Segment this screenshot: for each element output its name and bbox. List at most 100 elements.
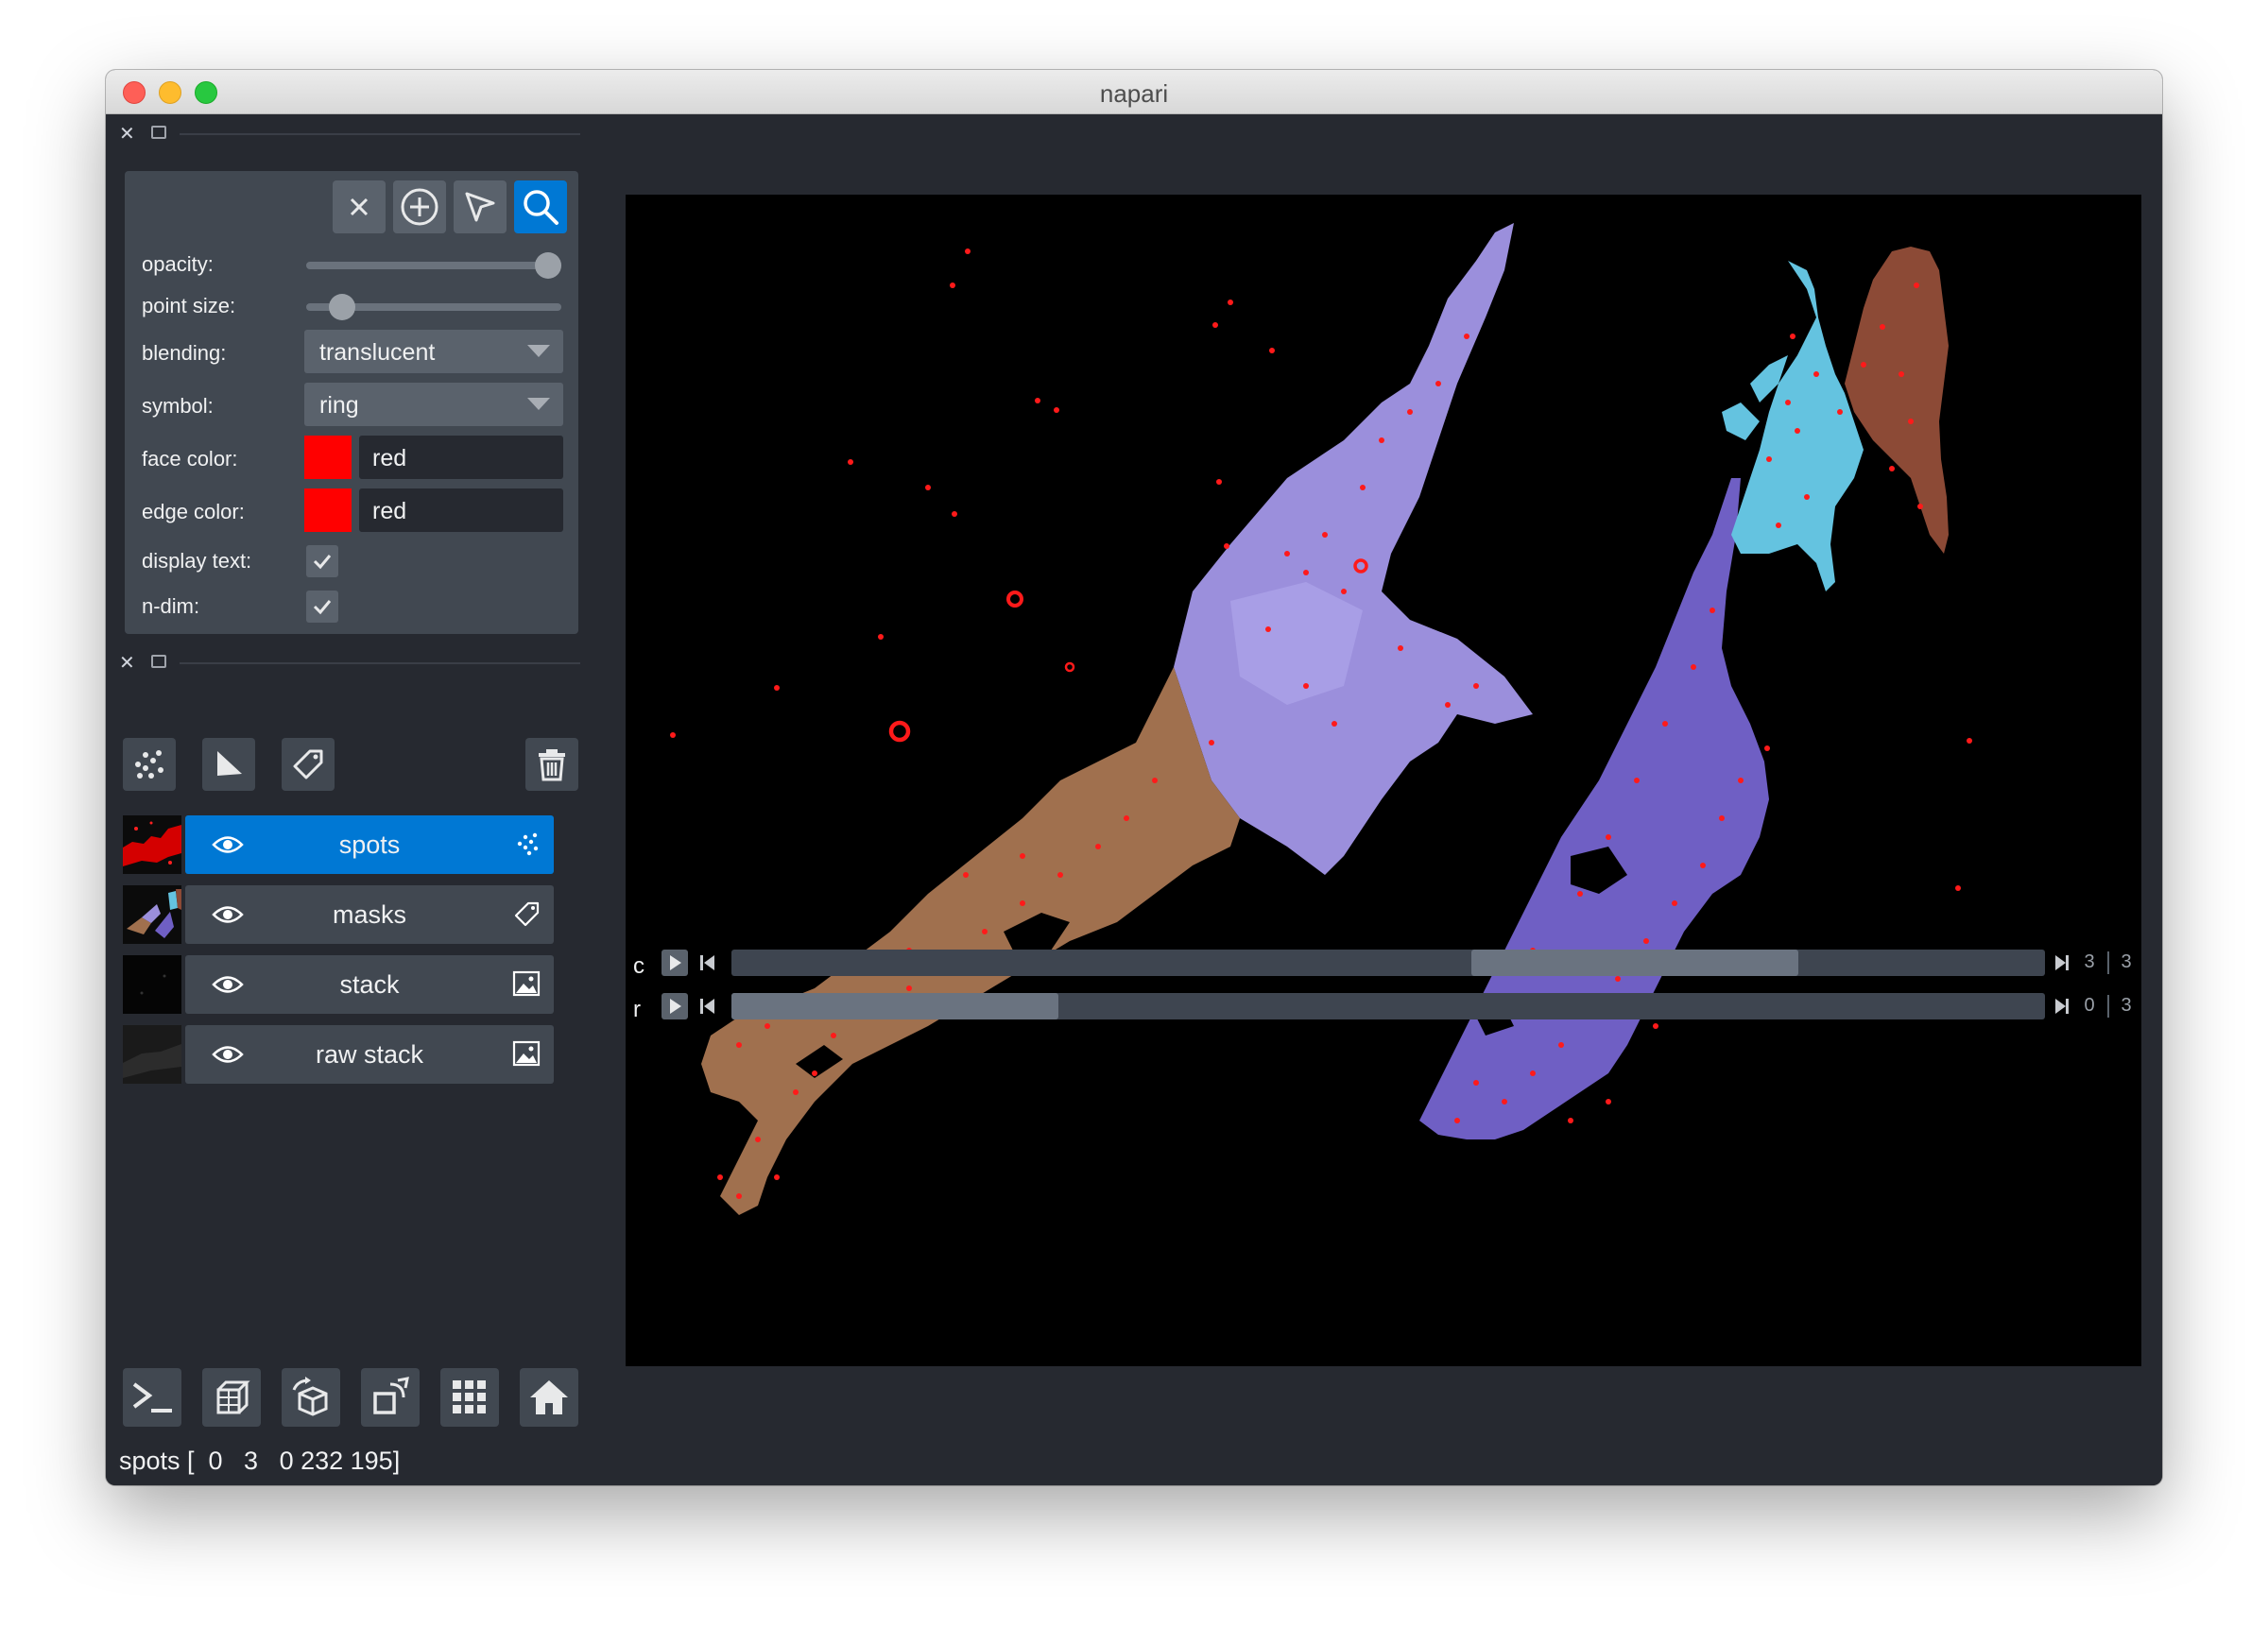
select-points-button[interactable] (454, 180, 507, 233)
toggle-ndisplay-button[interactable] (202, 1368, 261, 1427)
chevron-down-icon (527, 345, 550, 357)
delete-selected-points-button[interactable] (333, 180, 386, 233)
raw-stack-thumbnail-image (123, 1025, 181, 1084)
ndim-label: n-dim: (142, 594, 200, 618)
main-content: ✕ opacity: point size: blending: translu… (106, 114, 2162, 1485)
pan-zoom-button[interactable] (514, 180, 567, 233)
layer-thumbnail (123, 885, 181, 944)
dock-close-icon[interactable]: ✕ (119, 122, 135, 146)
point-size-slider[interactable] (306, 294, 561, 320)
layer-thumbnail (123, 955, 181, 1014)
console-button[interactable] (123, 1368, 181, 1427)
napari-window: napari ✕ opacity: point size: blending: … (106, 70, 2162, 1485)
dim-r-last-button[interactable] (2051, 993, 2073, 1019)
grid-mode-button[interactable] (440, 1368, 499, 1427)
display-text-label: display text: (142, 549, 252, 573)
grid-icon (453, 1380, 486, 1413)
roll-cube-icon (292, 1377, 328, 1416)
dim-c-value: 3 (2084, 951, 2095, 972)
face-color-label: face color: (142, 447, 238, 471)
shapes-icon (217, 751, 242, 776)
dim-r-slider-handle[interactable] (731, 993, 1058, 1019)
dim-c-divider (2107, 951, 2109, 974)
layer-bar-spots[interactable]: spots (185, 815, 554, 874)
dim-r-value: 0 (2084, 995, 2095, 1016)
stack-thumbnail-image (123, 955, 181, 1014)
image-layer-type-icon (512, 970, 541, 1002)
layer-thumbnail (123, 815, 181, 874)
dock-float-icon[interactable] (151, 655, 166, 668)
dim-r-max: 3 (2121, 995, 2132, 1016)
opacity-slider[interactable] (306, 252, 561, 279)
face-color-swatch[interactable] (304, 436, 352, 479)
dock-divider (180, 133, 580, 135)
dock-float-icon[interactable] (151, 126, 166, 139)
dock-close-icon[interactable]: ✕ (119, 651, 135, 675)
face-color-value: red (372, 445, 407, 471)
layer-bar-stack[interactable]: stack (185, 955, 554, 1014)
blending-label: blending: (142, 341, 227, 365)
points-icon (135, 750, 163, 779)
home-icon (530, 1380, 568, 1414)
title-bar: napari (106, 70, 2162, 114)
dim-r-first-button[interactable] (696, 993, 720, 1019)
dim-c-first-button[interactable] (696, 950, 720, 976)
dim-r-label: r (633, 997, 641, 1022)
new-shapes-layer-button[interactable] (202, 738, 255, 791)
layer-item-spots[interactable]: spots (123, 815, 554, 874)
reset-view-button[interactable] (520, 1368, 578, 1427)
dock-divider (180, 662, 580, 664)
opacity-label: opacity: (142, 252, 214, 276)
dim-c-slider-handle[interactable] (1471, 950, 1798, 976)
transpose-icon (373, 1377, 409, 1414)
dim-r-play-button[interactable] (662, 993, 688, 1019)
add-point-icon (401, 188, 438, 226)
magnifier-icon (524, 190, 558, 225)
edge-color-value: red (372, 498, 407, 524)
opacity-slider-handle[interactable] (535, 252, 561, 279)
symbol-label: symbol: (142, 394, 214, 418)
add-points-button[interactable] (393, 180, 446, 233)
dim-c-label: c (633, 953, 644, 979)
chevron-down-icon (527, 398, 550, 410)
dim-c-play-button[interactable] (662, 950, 688, 976)
points-layer-type-icon (514, 831, 541, 862)
close-icon (350, 197, 369, 216)
symbol-dropdown[interactable]: ring (304, 383, 563, 426)
layer-item-raw-stack[interactable]: raw stack (123, 1025, 554, 1084)
image-layer-type-icon (512, 1040, 541, 1071)
display-text-checkbox[interactable] (306, 545, 338, 577)
layer-name: masks (332, 900, 406, 929)
roll-dimensions-button[interactable] (282, 1368, 340, 1427)
dim-c-last-button[interactable] (2051, 950, 2073, 976)
edge-color-input[interactable]: red (359, 488, 563, 532)
dim-r-divider (2107, 995, 2109, 1018)
layer-item-stack[interactable]: stack (123, 955, 554, 1014)
face-color-input[interactable]: red (359, 436, 563, 479)
trash-icon (539, 749, 565, 781)
labels-layer-type-icon (514, 900, 541, 932)
ndim-checkbox[interactable] (306, 591, 338, 623)
layer-bar-raw-stack[interactable]: raw stack (185, 1025, 554, 1084)
layer-item-masks[interactable]: masks (123, 885, 554, 944)
spots-thumbnail-image (123, 815, 181, 874)
point-size-slider-handle[interactable] (329, 294, 356, 320)
delete-layer-button[interactable] (525, 738, 578, 791)
checkmark-icon (313, 600, 332, 615)
layer-bar-masks[interactable]: masks (185, 885, 554, 944)
dim-r-slider[interactable] (731, 993, 2045, 1019)
blending-dropdown[interactable]: translucent (304, 330, 563, 373)
symbol-value: ring (319, 392, 359, 419)
layer-controls-panel: opacity: point size: blending: transluce… (125, 171, 578, 634)
transpose-dimensions-button[interactable] (361, 1368, 420, 1427)
new-points-layer-button[interactable] (123, 738, 176, 791)
checkmark-icon (313, 555, 332, 570)
new-labels-layer-button[interactable] (282, 738, 335, 791)
select-arrow-icon (465, 192, 495, 222)
edge-color-swatch[interactable] (304, 488, 352, 532)
dim-c-slider[interactable] (731, 950, 2045, 976)
layer-name: raw stack (315, 1040, 424, 1069)
layer-name: spots (338, 831, 401, 859)
cell-masks-image (626, 195, 2141, 1366)
image-canvas[interactable] (626, 195, 2141, 1366)
